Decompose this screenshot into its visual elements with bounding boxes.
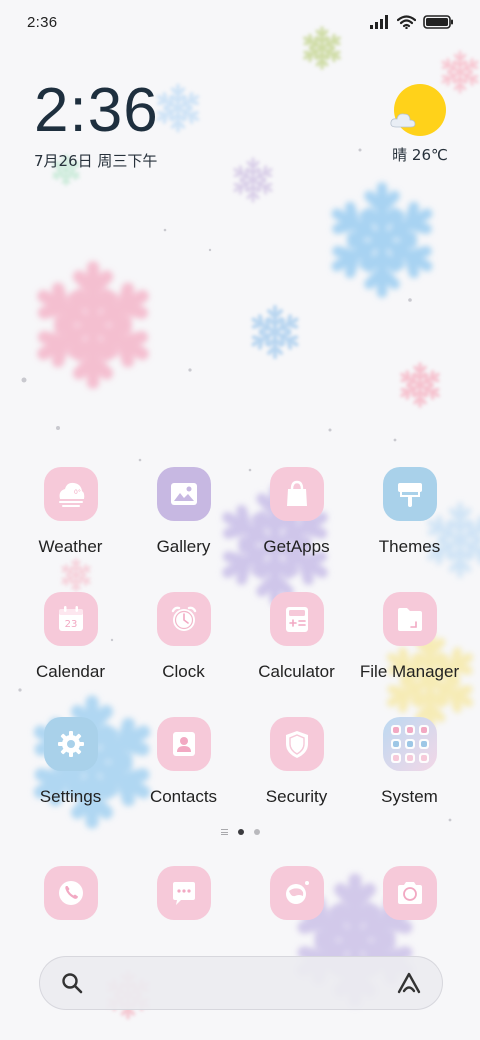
app-weather[interactable]: 0° Weather xyxy=(14,467,127,592)
app-label: File Manager xyxy=(359,662,460,681)
app-file-manager[interactable]: File Manager xyxy=(353,592,466,717)
app-contacts[interactable]: Contacts xyxy=(127,717,240,842)
minus-one-screen-indicator xyxy=(220,829,228,835)
clock-widget[interactable]: 2:36 7月26日 周三下午 xyxy=(34,80,159,171)
gallery-icon[interactable] xyxy=(156,467,211,521)
status-bar: 2:36 xyxy=(0,0,480,44)
contact-card-icon[interactable] xyxy=(156,717,211,771)
app-clock[interactable]: Clock xyxy=(127,592,240,717)
page-dot-active xyxy=(237,829,244,835)
alarm-clock-icon[interactable] xyxy=(156,592,211,646)
calendar-icon[interactable]: 23 xyxy=(43,592,98,646)
camera-icon[interactable] xyxy=(382,866,437,920)
widget-time: 2:36 xyxy=(34,76,159,145)
dock-phone[interactable] xyxy=(14,866,127,920)
app-label: System xyxy=(381,787,438,806)
app-themes[interactable]: Themes xyxy=(353,467,466,592)
weather-condition: 晴 xyxy=(392,146,408,164)
weather-icon[interactable]: 0° xyxy=(43,467,98,521)
gear-icon[interactable] xyxy=(43,717,98,771)
app-label: Themes xyxy=(378,537,441,556)
app-row: 23 Calendar Clock Calculator File Manage… xyxy=(0,592,480,717)
sunny-with-cloud-icon xyxy=(390,84,446,136)
app-system-folder[interactable]: System xyxy=(353,717,466,842)
app-grid: 0° Weather Gallery GetApps Themes 23 Cal… xyxy=(0,467,480,842)
weather-summary: 晴 26℃ xyxy=(384,144,456,165)
app-label: Contacts xyxy=(149,787,218,806)
app-label: GetApps xyxy=(263,537,330,556)
status-icons xyxy=(370,15,454,29)
signal-icon xyxy=(370,15,388,29)
status-time: 2:36 xyxy=(27,13,58,31)
paint-roller-icon[interactable] xyxy=(382,467,437,521)
assistant-icon[interactable] xyxy=(396,971,422,995)
page-dot xyxy=(253,829,260,835)
search-bar[interactable] xyxy=(39,956,443,1010)
app-label: Calendar xyxy=(36,662,105,681)
search-icon[interactable] xyxy=(60,971,84,995)
system-folder-icon[interactable] xyxy=(382,717,437,771)
app-security[interactable]: Security xyxy=(240,717,353,842)
app-row: Settings Contacts Security System xyxy=(0,717,480,842)
battery-icon xyxy=(423,15,453,29)
folder-icon[interactable] xyxy=(382,592,437,646)
dock-browser[interactable] xyxy=(240,866,353,920)
weather-widget[interactable]: 晴 26℃ xyxy=(384,84,456,165)
shield-icon[interactable] xyxy=(269,717,324,771)
app-gallery[interactable]: Gallery xyxy=(127,467,240,592)
app-label: Gallery xyxy=(156,537,211,556)
app-label: Security xyxy=(265,787,328,806)
app-getapps[interactable]: GetApps xyxy=(240,467,353,592)
phone-icon[interactable] xyxy=(43,866,98,920)
messages-icon[interactable] xyxy=(156,866,211,920)
app-calculator[interactable]: Calculator xyxy=(240,592,353,717)
dock xyxy=(0,866,480,920)
svg-text:0°: 0° xyxy=(74,489,81,496)
dock-messages[interactable] xyxy=(127,866,240,920)
app-row: 0° Weather Gallery GetApps Themes xyxy=(0,467,480,592)
calendar-day: 23 xyxy=(64,619,77,630)
app-label: Weather xyxy=(38,537,103,556)
wifi-icon xyxy=(397,15,416,29)
app-label: Calculator xyxy=(258,662,335,681)
widget-date: 7月26日 周三下午 xyxy=(34,152,158,170)
calculator-icon[interactable] xyxy=(269,592,324,646)
page-indicator[interactable] xyxy=(0,829,480,835)
app-calendar[interactable]: 23 Calendar xyxy=(14,592,127,717)
browser-icon[interactable] xyxy=(269,866,324,920)
shopping-bag-icon[interactable] xyxy=(269,467,324,521)
app-label: Settings xyxy=(39,787,102,806)
app-label: Clock xyxy=(162,662,205,681)
dock-camera[interactable] xyxy=(353,866,466,920)
weather-temperature: 26℃ xyxy=(411,146,448,164)
app-settings[interactable]: Settings xyxy=(14,717,127,842)
